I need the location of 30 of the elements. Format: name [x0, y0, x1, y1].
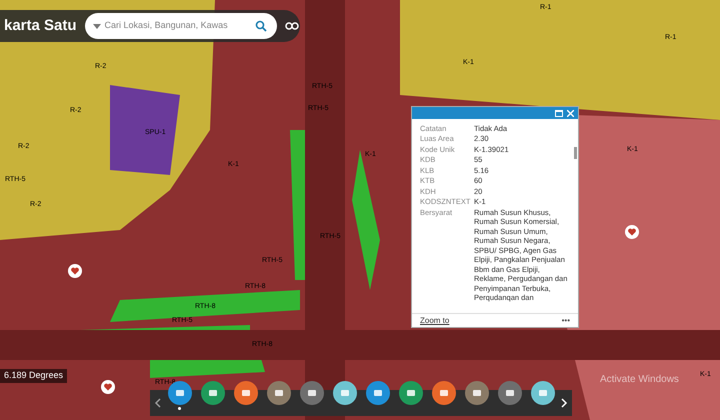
- chevron-right-icon[interactable]: [560, 398, 568, 408]
- tool-glyph-icon: [538, 388, 548, 398]
- more-menu[interactable]: •••: [562, 314, 570, 326]
- tool-glyph-icon: [240, 388, 250, 398]
- tool-glyph-icon: [372, 388, 382, 398]
- tool-glyph-icon: [406, 388, 416, 398]
- search-field[interactable]: Cari Lokasi, Bangunan, Kawas: [84, 13, 277, 39]
- tool-glyph-icon: [438, 388, 448, 398]
- maximize-icon[interactable]: [555, 110, 563, 116]
- scrollbar-thumb[interactable]: [574, 147, 577, 159]
- tool-glyph-icon: [306, 388, 316, 398]
- zoom-to-link[interactable]: Zoom to: [420, 314, 450, 326]
- tool-glyph-icon: [340, 388, 350, 398]
- tool-glyph-icon: [174, 388, 184, 398]
- heart-marker-icon[interactable]: [625, 225, 639, 239]
- caret-icon[interactable]: [92, 24, 101, 28]
- app-title: karta Satu: [4, 16, 77, 36]
- chevron-left-icon[interactable]: [154, 398, 162, 408]
- link-icon[interactable]: [284, 21, 299, 31]
- close-icon[interactable]: [567, 110, 574, 116]
- search-input[interactable]: Cari Lokasi, Bangunan, Kawas: [104, 19, 251, 33]
- search-icon[interactable]: [254, 20, 267, 32]
- tool-glyph-icon: [208, 388, 218, 398]
- tool-glyph-icon: [274, 388, 284, 398]
- scale-readout: 6.189 Degrees: [0, 369, 68, 382]
- heart-marker-icon[interactable]: [68, 264, 82, 278]
- tool-glyph-icon: [472, 388, 482, 398]
- tool-glyph-icon: [504, 388, 514, 398]
- heart-marker-icon[interactable]: [101, 380, 115, 394]
- activation-notice: Activate Windows: [600, 373, 679, 387]
